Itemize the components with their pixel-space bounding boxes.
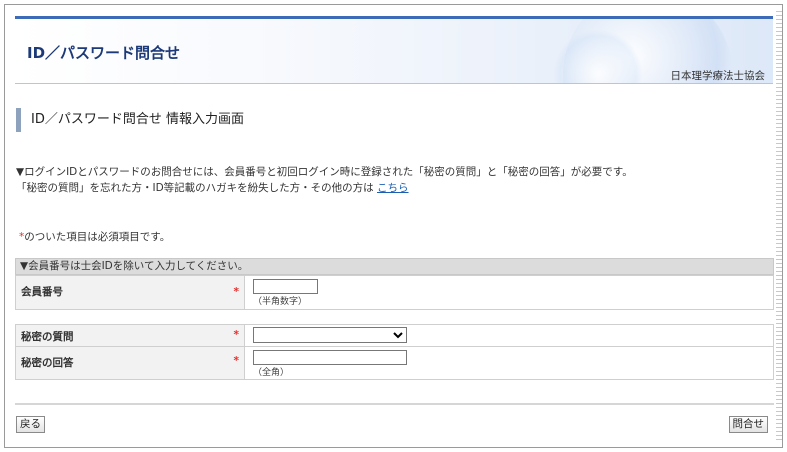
secret-answer-input[interactable] [253,350,407,365]
member-number-hint: （半角数字） [253,297,308,307]
page-header: ID／パスワード問合せ 日本理学療法士協会 [15,16,773,84]
organization-name: 日本理学療法士協会 [670,70,766,82]
footer-divider [15,403,774,405]
secret-answer-label-text: 秘密の回答 [21,357,74,369]
member-number-cell: （半角数字） [245,276,773,309]
scrollbar-track[interactable] [776,11,782,441]
header-title: ID／パスワード問合せ [27,44,181,62]
required-star: * [233,286,240,298]
secret-answer-label: 秘密の回答 * [16,347,245,379]
required-star: * [233,355,240,367]
secret-answer-hint: （全角） [253,368,290,378]
member-number-label-text: 会員番号 [21,286,63,298]
secret-question-cell [245,325,773,346]
required-note: *のついた項目は必須項目です。 [19,229,170,244]
page-heading: ID／パスワード問合せ 情報入力画面 [16,108,244,132]
secret-question-select[interactable] [253,327,407,343]
intro-text: ▼ログインIDとパスワードのお問合せには、会員番号と初回ログイン時に登録された「… [16,164,633,196]
secret-answer-cell: （全角） [245,347,773,379]
section-header: ▼会員番号は士会IDを除いて入力してください。 [15,258,774,275]
form-row-member-number: 会員番号 * （半角数字） [16,276,773,309]
form-row-secret-answer: 秘密の回答 * （全角） [16,347,773,379]
member-number-label: 会員番号 * [16,276,245,309]
back-button[interactable]: 戻る [16,416,45,433]
intro-line-2-text: 「秘密の質問」を忘れた方・ID等記載のハガキを紛失した方・その他の方は [16,182,374,194]
required-note-text: のついた項目は必須項目です。 [24,231,171,243]
intro-line-1: ▼ログインIDとパスワードのお問合せには、会員番号と初回ログイン時に登録された「… [16,166,633,178]
submit-inquiry-button[interactable]: 問合せ [728,416,768,433]
member-number-table: 会員番号 * （半角数字） [15,275,774,310]
intro-line-2: 「秘密の質問」を忘れた方・ID等記載のハガキを紛失した方・その他の方は こちら [16,180,633,196]
secret-table: 秘密の質問 * 秘密の回答 * （全角） [15,324,774,380]
browser-frame: ID／パスワード問合せ 日本理学療法士協会 ID／パスワード問合せ 情報入力画面… [4,4,783,448]
contact-link[interactable]: こちら [377,182,409,194]
secret-question-label-text: 秘密の質問 [21,331,74,343]
required-star: * [233,329,240,341]
member-number-input[interactable] [253,279,318,294]
form-row-secret-question: 秘密の質問 * [16,325,773,347]
secret-question-label: 秘密の質問 * [16,325,245,346]
